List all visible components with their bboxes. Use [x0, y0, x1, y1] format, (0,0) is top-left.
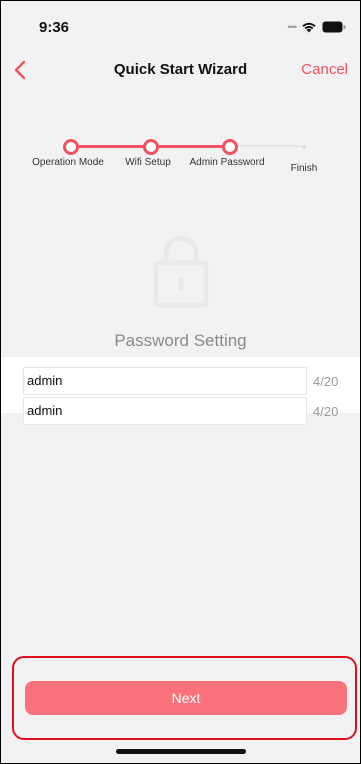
- status-bar: 9:36 ••••: [1, 1, 360, 51]
- step-label-finish: Finish: [290, 163, 318, 174]
- signal-dots-icon: ••••: [287, 22, 297, 32]
- wizard-stepper: Operation Mode Wifi Setup Admin Password…: [1, 131, 360, 191]
- wifi-icon: [301, 21, 317, 33]
- status-icons: ••••: [287, 21, 346, 33]
- password-char-counter: 4/20: [313, 374, 339, 389]
- section-title: Password Setting: [114, 331, 247, 350]
- nav-bar: Quick Start Wizard Cancel: [1, 51, 360, 91]
- step-dot-operation-mode: [63, 139, 79, 155]
- confirm-password-char-counter: 4/20: [313, 404, 339, 419]
- step-label-operation-mode: Operation Mode: [32, 157, 104, 168]
- password-field-row: [23, 367, 307, 395]
- confirm-password-input[interactable]: [24, 398, 287, 422]
- lock-icon: [151, 229, 211, 311]
- step-dot-admin-password: [222, 139, 238, 155]
- step-label-wifi-setup: Wifi Setup: [125, 157, 171, 168]
- step-dot-wifi-setup: [143, 139, 159, 155]
- app-screen: 9:36 •••• Quick Start Wizard Cancel Oper…: [0, 0, 361, 764]
- step-dot-finish: [302, 145, 306, 149]
- next-button[interactable]: Next: [25, 681, 347, 715]
- battery-icon: [322, 21, 346, 33]
- password-fields: 4/20 4/20: [1, 357, 360, 425]
- step-connector-pending: [233, 145, 305, 147]
- confirm-password-field-row: [23, 397, 307, 425]
- password-input[interactable]: [24, 368, 287, 392]
- status-time: 9:36: [39, 19, 70, 36]
- cancel-button[interactable]: Cancel: [301, 61, 348, 78]
- home-indicator: [116, 749, 246, 754]
- step-label-admin-password: Admin Password: [189, 157, 265, 168]
